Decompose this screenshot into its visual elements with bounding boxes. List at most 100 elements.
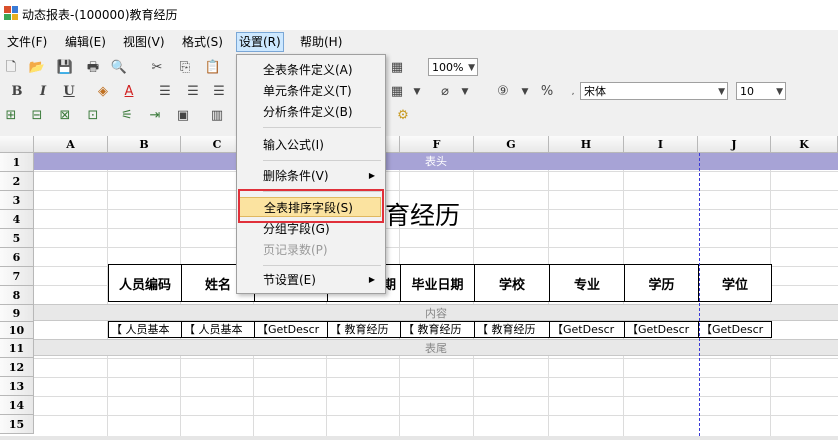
font-name-select[interactable]: 宋体 ▼ [580, 82, 728, 100]
menu-item-cell-condition[interactable]: 单元条件定义(T) [239, 81, 381, 101]
percent-icon[interactable]: % [538, 83, 556, 101]
menu-format[interactable]: 格式(S) [180, 33, 225, 51]
menu-separator [263, 160, 381, 161]
zoom-select[interactable]: 100% ▼ [428, 58, 478, 76]
new-file-icon[interactable]: 🗋 [2, 59, 20, 77]
row-header[interactable]: 12 [0, 358, 34, 377]
column-header[interactable]: I [624, 136, 698, 153]
menu-file[interactable]: 文件(F) [5, 33, 49, 51]
delete-row-icon[interactable]: ⊠ [56, 107, 74, 125]
band-header[interactable]: 表头 [34, 153, 838, 170]
data-cell[interactable]: 【 人员基本 [181, 321, 255, 338]
header-cell[interactable]: 学位 [698, 264, 772, 302]
grid-icon[interactable]: ▦ [388, 59, 406, 77]
row-header[interactable]: 9 [0, 305, 34, 322]
menu-help[interactable]: 帮助(H) [298, 33, 344, 51]
cut-icon[interactable]: ✂ [148, 59, 166, 77]
bold-icon[interactable]: B [8, 83, 26, 101]
insert-row-icon[interactable]: ⊞ [2, 107, 20, 125]
merge-icon[interactable]: ⚟ [118, 107, 136, 125]
header-cell[interactable]: 专业 [549, 264, 625, 302]
menu-item-delete-condition[interactable]: 删除条件(V) ▶ [239, 166, 381, 186]
fill-color-icon[interactable]: ◈ [94, 83, 112, 101]
header-cell[interactable]: 毕业日期 [400, 264, 475, 302]
row-header[interactable]: 2 [0, 172, 34, 191]
sheet-corner[interactable] [0, 136, 34, 153]
menu-item-section-settings[interactable]: 节设置(E) ▶ [239, 270, 381, 290]
row-header[interactable]: 4 [0, 210, 34, 229]
font-size-select[interactable]: 10 ▼ [736, 82, 786, 100]
settings-dropdown: 全表条件定义(A) 单元条件定义(T) 分析条件定义(B) 输入公式(I) 删除… [236, 54, 386, 294]
highlight-annotation-box [238, 189, 384, 223]
column-header[interactable]: B [108, 136, 181, 153]
row-header[interactable]: 11 [0, 339, 34, 358]
font-name-value: 宋体 [584, 85, 606, 98]
insert-col-icon[interactable]: ⊟ [28, 107, 46, 125]
border-icon[interactable]: ▦ [388, 83, 406, 101]
horizontal-scrollbar[interactable] [0, 436, 838, 440]
align-center-icon[interactable]: ☰ [184, 83, 202, 101]
row-header[interactable]: 7 [0, 267, 34, 286]
column-header[interactable]: F [400, 136, 474, 153]
data-cell[interactable]: 【GetDescr [698, 321, 772, 338]
band-footer[interactable]: 表尾 [34, 339, 838, 356]
column-header[interactable]: K [771, 136, 838, 153]
menu-settings[interactable]: 设置(R) [236, 32, 284, 52]
row-header[interactable]: 14 [0, 396, 34, 415]
settings-gear-icon[interactable]: ⚙ [394, 107, 412, 125]
preview-icon[interactable]: ▣ [174, 107, 192, 125]
number-dropdown-icon[interactable]: ▼ [516, 83, 534, 101]
save-icon[interactable]: 💾 [56, 59, 74, 77]
copy-icon[interactable]: ⎘ [176, 59, 194, 77]
print-preview-icon[interactable]: 🔍 [110, 59, 128, 77]
data-cell[interactable]: 【 教育经历 [400, 321, 475, 338]
column-header[interactable]: J [698, 136, 771, 153]
column-header[interactable]: H [549, 136, 624, 153]
underline-icon[interactable]: U [60, 83, 78, 101]
data-cell[interactable]: 【GetDescr [254, 321, 328, 338]
data-cell[interactable]: 【 教育经历 [327, 321, 401, 338]
border-dropdown-icon[interactable]: ▼ [408, 83, 426, 101]
align-left-icon[interactable]: ☰ [156, 83, 174, 101]
row-header[interactable]: 1 [0, 153, 34, 172]
split-icon[interactable]: ⇥ [146, 107, 164, 125]
delete-col-icon[interactable]: ⊡ [84, 107, 102, 125]
row-header[interactable]: 15 [0, 415, 34, 434]
italic-icon[interactable]: I [34, 83, 52, 101]
menu-edit[interactable]: 编辑(E) [63, 33, 108, 51]
menu-item-input-formula[interactable]: 输入公式(I) [239, 135, 381, 155]
clear-icon[interactable]: ⌀ [436, 83, 454, 101]
header-cell[interactable]: 学校 [474, 264, 550, 302]
header-cell[interactable]: 人员编码 [108, 264, 182, 302]
menu-item-table-condition[interactable]: 全表条件定义(A) [239, 60, 381, 80]
gridline [34, 171, 838, 172]
row-header[interactable]: 3 [0, 191, 34, 210]
font-color-icon[interactable]: A [120, 83, 138, 101]
clear-dropdown-icon[interactable]: ▼ [456, 83, 474, 101]
menu-item-analysis-condition[interactable]: 分析条件定义(B) [239, 102, 381, 122]
menu-view[interactable]: 视图(V) [121, 33, 167, 51]
row-header[interactable]: 10 [0, 322, 34, 339]
chevron-down-icon: ▼ [468, 63, 475, 73]
number-format-icon[interactable]: ⑨ [494, 83, 512, 101]
print-icon[interactable]: 🖶 [84, 59, 102, 77]
band-content[interactable]: 内容 [34, 304, 838, 321]
chevron-down-icon: ▼ [718, 87, 725, 97]
open-folder-icon[interactable]: 📂 [28, 59, 46, 77]
data-cell[interactable]: 【 教育经历 [474, 321, 550, 338]
data-cell[interactable]: 【GetDescr [624, 321, 699, 338]
column-header[interactable]: G [474, 136, 549, 153]
column-header[interactable]: A [34, 136, 108, 153]
header-cell[interactable]: 学历 [624, 264, 699, 302]
paste-icon[interactable]: 📋 [204, 59, 222, 77]
row-header[interactable]: 6 [0, 248, 34, 267]
row-header[interactable]: 5 [0, 229, 34, 248]
layout-icon[interactable]: ▥ [208, 107, 226, 125]
report-sheet[interactable]: A B C D E F G H I J K 1 2 3 4 5 6 7 8 9 … [0, 136, 838, 436]
row-header[interactable]: 13 [0, 377, 34, 396]
align-right-icon[interactable]: ☰ [210, 83, 228, 101]
chevron-down-icon: ▼ [776, 87, 783, 97]
row-header[interactable]: 8 [0, 286, 34, 305]
data-cell[interactable]: 【GetDescr [549, 321, 625, 338]
data-cell[interactable]: 【 人员基本 [108, 321, 182, 338]
